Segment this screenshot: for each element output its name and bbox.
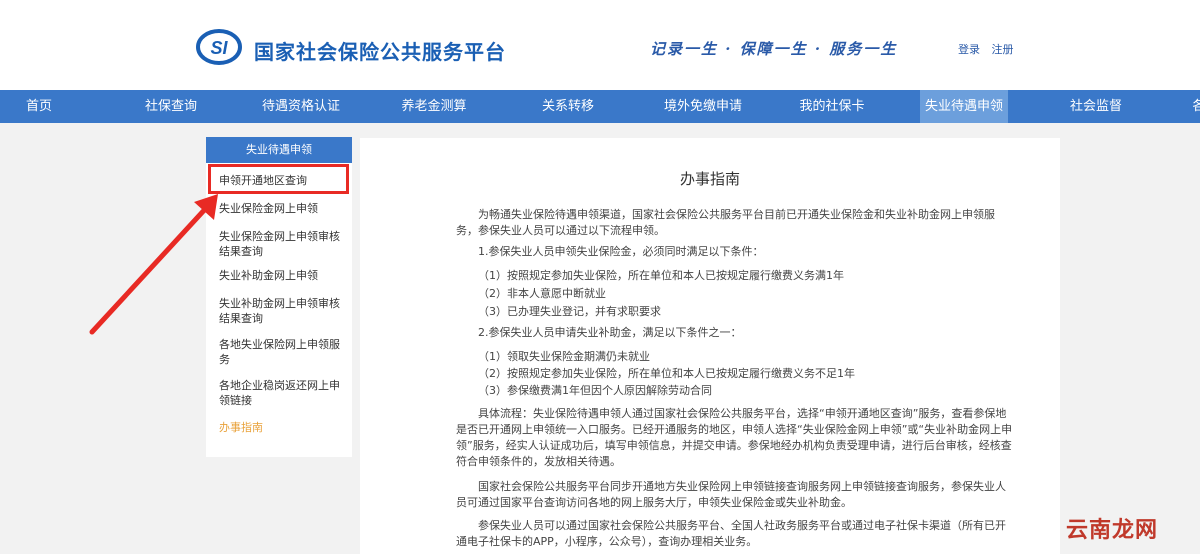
sidebar-item-job-stabilization[interactable]: 各地企业稳岗返还网上申领链接 [219,378,347,408]
svg-text:SI: SI [210,38,228,58]
page-root: SI 国家社会保险公共服务平台 记录一生 · 保障一生 · 服务一生 登录 注册… [0,0,1200,554]
page-title: 办事指南 [679,170,740,188]
condition-1-2: （2）非本人意愿中断就业 [478,287,606,300]
nav-item-pension-calculator[interactable]: 养老金测算 [386,90,482,123]
link-service-paragraph: 国家社会保险公共服务平台同步开通地方失业保险网上申领链接查询服务网上申领链接查询… [456,480,1006,509]
login-link[interactable]: 登录 [958,43,980,56]
sidebar-item-benefit-result[interactable]: 失业保险金网上申领审核结果查询 [219,229,347,259]
site-title: 国家社会保险公共服务平台 [254,40,506,64]
nav-item-home[interactable]: 首页 [0,90,78,123]
sidebar-item-benefit-apply[interactable]: 失业保险金网上申领 [219,201,347,216]
condition-2-1: （1）领取失业保险金期满仍未就业 [478,350,650,363]
intro-paragraph: 为畅通失业保险待遇申领渠道，国家社会保险公共服务平台目前已开通失业保险金和失业补… [456,208,995,237]
conditions-heading-1: 1.参保失业人员申领失业保险金，必须同时满足以下条件： [478,245,764,258]
sidebar-heading: 失业待遇申领 [206,137,352,163]
nav-item-social-insurance-query[interactable]: 社保查询 [126,90,216,123]
nav-item-more[interactable]: 各 [1184,90,1200,123]
register-link[interactable]: 注册 [992,43,1014,56]
nav-item-unemployment-benefit[interactable]: 失业待遇申领 [920,90,1008,123]
nav-item-relation-transfer[interactable]: 关系转移 [524,90,612,123]
nav-item-my-social-card[interactable]: 我的社保卡 [786,90,878,123]
sidebar-item-subsidy-apply[interactable]: 失业补助金网上申领 [219,268,347,283]
channels-paragraph: 参保失业人员可以通过国家社会保险公共服务平台、全国人社政务服务平台或通过电子社保… [456,519,1006,548]
main-content: 办事指南 为畅通失业保险待遇申领渠道，国家社会保险公共服务平台目前已开通失业保险… [360,138,1060,554]
condition-2-2: （2）按照规定参加失业保险，所在单位和本人已按规定履行缴费义务不足1年 [478,367,855,380]
condition-1-3: （3）已办理失业登记，并有求职要求 [478,305,661,318]
site-slogan: 记录一生 · 保障一生 · 服务一生 [650,40,898,58]
nav-item-social-supervision[interactable]: 社会监督 [1052,90,1140,123]
annotation-highlight-box [208,164,349,194]
header-links: 登录 注册 [958,41,1022,57]
site-logo-icon[interactable]: SI [196,28,242,66]
process-paragraph: 具体流程：失业保险待遇申领人通过国家社会保险公共服务平台，选择“申领开通地区查询… [456,407,1013,468]
condition-2-3: （3）参保缴费满1年但因个人原因解除劳动合同 [478,384,712,397]
sidebar-item-subsidy-result[interactable]: 失业补助金网上申领审核结果查询 [219,296,347,326]
main-nav: 首页 社保查询 待遇资格认证 养老金测算 关系转移 境外免缴申请 我的社保卡 失… [0,90,1200,123]
site-header: SI 国家社会保险公共服务平台 记录一生 · 保障一生 · 服务一生 登录 注册 [0,0,1200,90]
sidebar-item-guide[interactable]: 办事指南 [219,420,347,435]
condition-1-1: （1）按照规定参加失业保险，所在单位和本人已按规定履行缴费义务满1年 [478,269,844,282]
sidebar-item-local-services[interactable]: 各地失业保险网上申领服务 [219,337,347,367]
conditions-heading-2: 2.参保失业人员申请失业补助金，满足以下条件之一： [478,326,742,339]
nav-item-qualification-auth[interactable]: 待遇资格认证 [246,90,356,123]
watermark-logo: 云南龙网 [1066,517,1159,543]
nav-item-overseas-exemption[interactable]: 境外免缴申请 [648,90,758,123]
